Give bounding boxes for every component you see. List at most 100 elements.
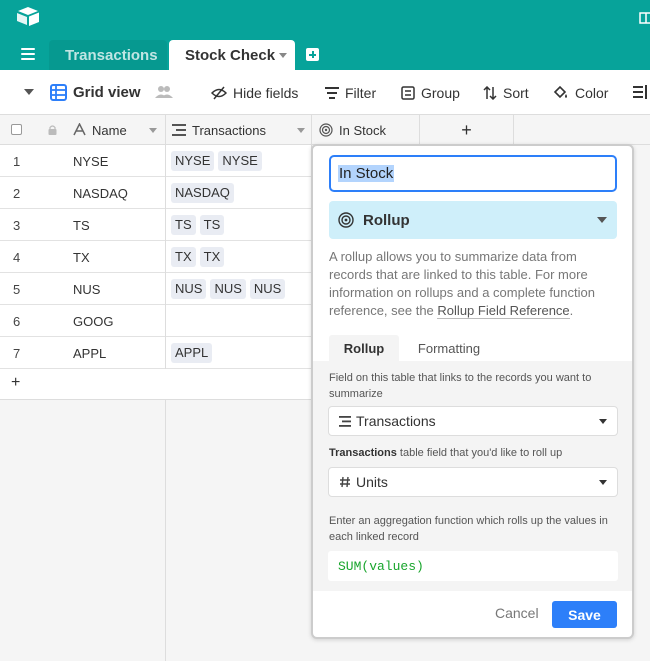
cell-transactions[interactable]: TS TS [166, 209, 312, 241]
linked-record-chip[interactable]: NUS [210, 279, 246, 299]
tab-transactions[interactable]: Transactions [49, 40, 167, 70]
view-name-label: Grid view [73, 84, 141, 101]
table-row[interactable]: 4 TX TX TX [0, 241, 312, 273]
column-header-transactions[interactable]: Transactions [192, 123, 266, 138]
linked-record-chip[interactable]: NYSE [218, 151, 262, 171]
sort-label: Sort [503, 84, 529, 101]
linked-record-chip[interactable]: NUS [249, 279, 286, 299]
add-table-button[interactable] [306, 48, 319, 61]
cell-name[interactable]: NUS [48, 273, 166, 305]
rollup-field-label: Transactions table field that you'd like… [329, 445, 619, 461]
cell-name[interactable]: APPL [48, 337, 166, 369]
tab-formatting[interactable]: Formatting [399, 335, 499, 361]
menu-icon[interactable] [21, 48, 35, 60]
rollup-config-panel: Field on this table that links to the re… [313, 361, 632, 591]
cell-transactions[interactable] [166, 305, 312, 337]
paint-bucket-icon [553, 85, 567, 99]
group-icon [401, 85, 415, 100]
column-transactions-chevron-icon[interactable] [297, 128, 305, 133]
linked-record-chip[interactable]: NUS [171, 279, 207, 299]
linked-record-chip[interactable]: TX [171, 247, 196, 267]
add-record-row[interactable]: + [0, 369, 312, 400]
text-field-icon [73, 123, 86, 136]
header-in-stock: In Stock [312, 115, 420, 145]
link-field-select[interactable]: Transactions [328, 406, 618, 436]
header-primary: Name [0, 115, 166, 145]
chevron-down-icon [599, 419, 607, 424]
row-number: 6 [13, 313, 21, 329]
color-button[interactable]: Color [553, 70, 608, 115]
table-row[interactable]: 6 GOOG [0, 305, 312, 337]
grid-column-divider [165, 400, 166, 661]
group-label: Group [421, 84, 460, 101]
rollup-field-value: Units [356, 474, 388, 490]
cell-name[interactable]: NYSE [48, 145, 166, 177]
table-row[interactable]: 2 NASDAQ NASDAQ [0, 177, 312, 209]
row-number: 2 [13, 185, 21, 201]
cell-transactions[interactable]: APPL [166, 337, 312, 369]
header-transactions: Transactions [166, 115, 312, 145]
column-name-chevron-icon[interactable] [149, 128, 157, 133]
cell-name[interactable]: TX [48, 241, 166, 273]
cell-transactions[interactable]: NUS NUS NUS [166, 273, 312, 305]
rollup-field-reference-link[interactable]: Rollup Field Reference [437, 303, 570, 319]
cell-name[interactable]: NASDAQ [48, 177, 166, 209]
view-name-button[interactable]: Grid view [50, 70, 141, 115]
table-row[interactable]: 7 APPL APPL [0, 337, 312, 369]
number-hash-icon [340, 476, 350, 488]
tab-rollup[interactable]: Rollup [329, 335, 399, 361]
cancel-button[interactable]: Cancel [495, 605, 539, 621]
cell-name[interactable]: GOOG [48, 305, 166, 337]
group-button[interactable]: Group [401, 70, 460, 115]
field-name-input[interactable]: In Stock [329, 155, 617, 192]
cell-transactions[interactable]: NYSE NYSE [166, 145, 312, 177]
save-button[interactable]: Save [552, 601, 617, 628]
add-record-button[interactable]: + [11, 374, 20, 392]
row-number: 1 [13, 153, 21, 169]
hide-fields-button[interactable]: Hide fields [211, 70, 298, 115]
tab-stock-check-label: Stock Check [185, 46, 276, 64]
eye-slash-icon [211, 86, 227, 99]
rollup-field-label-table: Transactions [329, 447, 397, 459]
rollup-description: A rollup allows you to summarize data fr… [329, 248, 621, 320]
row-height-icon[interactable] [633, 85, 647, 99]
chevron-down-icon [599, 480, 607, 485]
select-all-checkbox[interactable] [11, 124, 22, 135]
filter-icon [325, 86, 339, 99]
collaborators-icon[interactable] [155, 85, 173, 99]
table-row[interactable]: 5 NUS NUS NUS NUS [0, 273, 312, 305]
linked-record-chip[interactable]: TS [171, 215, 196, 235]
cell-transactions[interactable]: TX TX [166, 241, 312, 273]
chevron-down-icon[interactable] [279, 53, 287, 58]
linked-record-chip[interactable]: TS [199, 215, 225, 235]
chevron-down-icon [597, 217, 607, 223]
cell-name[interactable]: TS [48, 209, 166, 241]
table-tabs: Transactions Stock Check [0, 38, 650, 70]
linked-record-chip[interactable]: NYSE [171, 151, 215, 171]
link-field-label: Field on this table that links to the re… [329, 372, 592, 400]
sort-button[interactable]: Sort [483, 70, 529, 115]
link-field-value: Transactions [356, 413, 436, 429]
add-field-button[interactable]: + [420, 115, 514, 145]
tab-stock-check[interactable]: Stock Check [169, 40, 295, 70]
table-row[interactable]: 1 NYSE NYSE NYSE [0, 145, 312, 177]
linked-record-chip[interactable]: NASDAQ [171, 183, 234, 203]
top-bar: Transactions Stock Check [0, 0, 650, 70]
row-number: 3 [13, 217, 21, 233]
cell-transactions[interactable]: NASDAQ [166, 177, 312, 209]
filter-button[interactable]: Filter [325, 70, 376, 115]
field-type-select[interactable]: Rollup [329, 201, 617, 239]
table-row[interactable]: 3 TS TS TS [0, 209, 312, 241]
link-records-icon [172, 124, 186, 136]
rollup-field-select[interactable]: Units [328, 467, 618, 497]
gift-icon[interactable] [639, 8, 650, 24]
airtable-logo-icon[interactable] [16, 6, 40, 26]
row-number: 5 [13, 281, 21, 297]
view-switcher-chevron-icon[interactable] [24, 89, 34, 95]
column-header-name[interactable]: Name [92, 123, 127, 138]
column-header-in-stock[interactable]: In Stock [339, 123, 386, 138]
linked-record-chip[interactable]: TX [199, 247, 225, 267]
linked-record-chip[interactable]: APPL [171, 343, 213, 363]
field-name-selected-text: In Stock [338, 165, 395, 182]
aggregation-formula-input[interactable]: SUM(values) [328, 551, 618, 581]
